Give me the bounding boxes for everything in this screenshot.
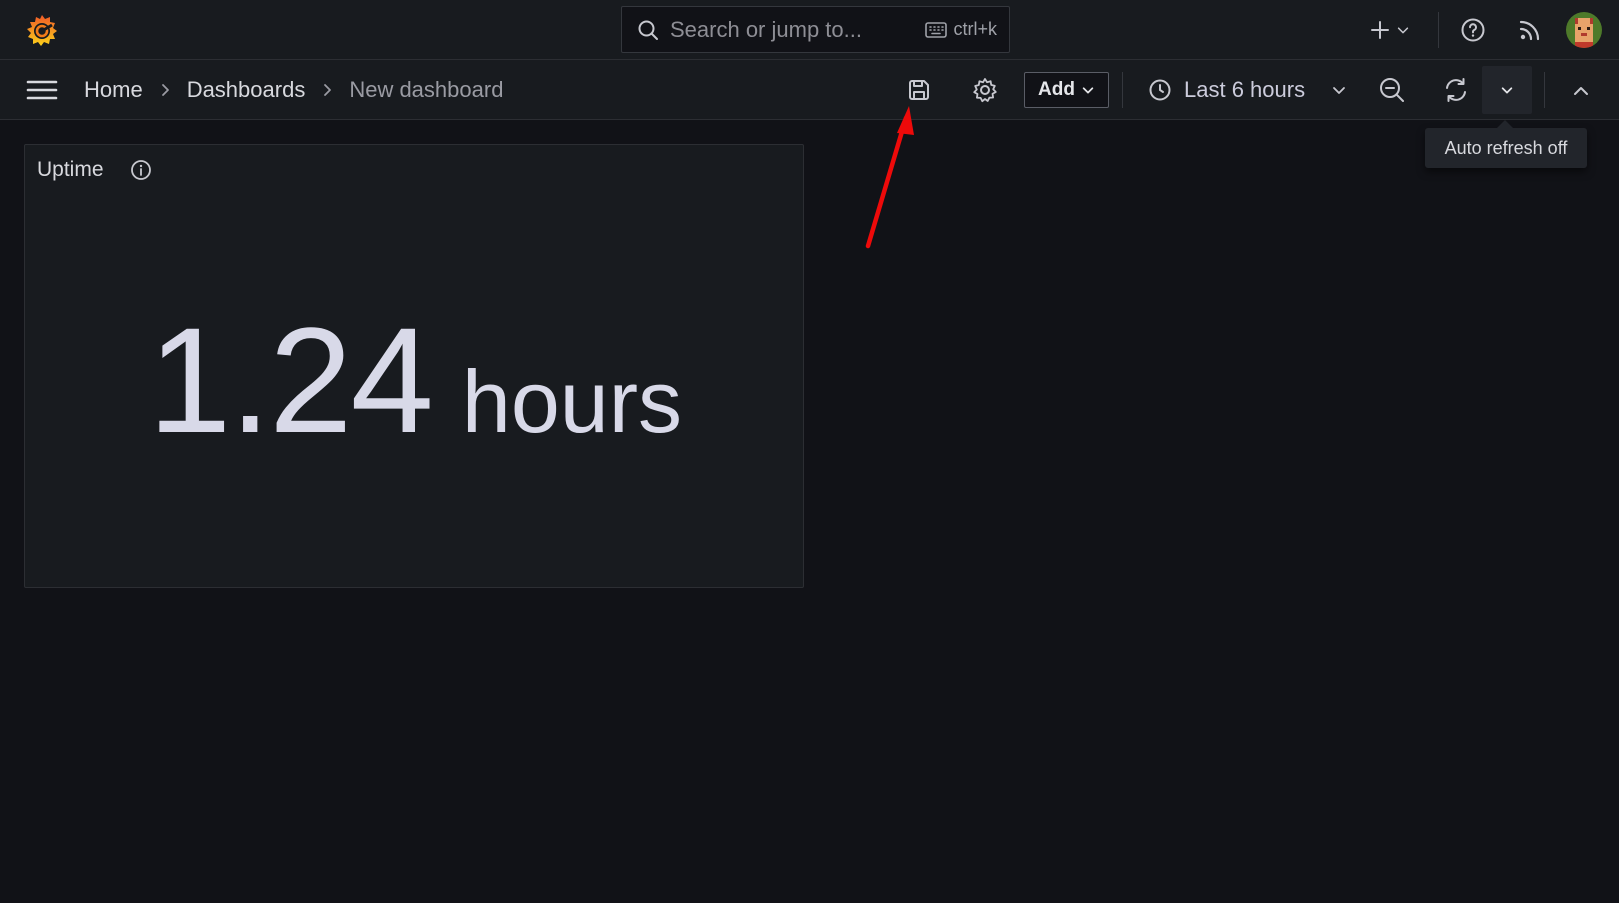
top-bar: Search or jump to... ctrl+k	[0, 0, 1619, 60]
stat-unit: hours	[461, 352, 683, 451]
breadcrumb-current: New dashboard	[349, 77, 504, 102]
help-circle-icon[interactable]	[1460, 17, 1486, 43]
breadcrumb-dashboards[interactable]: Dashboards	[187, 77, 306, 103]
refresh-tooltip: Auto refresh off	[1425, 120, 1587, 168]
divider	[1438, 12, 1439, 48]
new-menu-button[interactable]	[1368, 14, 1420, 46]
shortcut-label: ctrl+k	[953, 19, 997, 39]
zoom-out-icon[interactable]	[1378, 76, 1406, 104]
clock-icon	[1148, 78, 1172, 102]
time-range-label: Last 6 hours	[1184, 77, 1306, 102]
search-icon	[636, 18, 660, 42]
refresh-interval-dropdown[interactable]	[1482, 66, 1532, 114]
chevron-right-icon	[319, 82, 335, 98]
hamburger-menu-icon[interactable]	[26, 76, 58, 104]
gear-icon[interactable]	[971, 76, 999, 104]
search-shortcut: ctrl+k	[925, 19, 997, 40]
info-icon[interactable]	[130, 159, 152, 181]
stat-value-display: 1.24 hours	[25, 296, 805, 464]
avatar[interactable]	[1566, 12, 1602, 48]
dashboard-toolbar: Home Dashboards New dashboard Add Last 6…	[0, 60, 1619, 120]
panel-title: Uptime	[37, 158, 104, 181]
keyboard-icon	[925, 21, 948, 38]
chevron-down-icon	[1331, 82, 1347, 98]
breadcrumb-home[interactable]: Home	[84, 77, 143, 103]
breadcrumb: Home Dashboards New dashboard	[84, 60, 503, 120]
grafana-logo-icon[interactable]	[24, 12, 60, 48]
search-input[interactable]: Search or jump to... ctrl+k	[621, 6, 1010, 53]
stat-panel[interactable]: Uptime 1.24 hours	[24, 144, 804, 588]
search-placeholder: Search or jump to...	[670, 16, 862, 42]
rss-icon[interactable]	[1517, 17, 1543, 43]
time-range-picker[interactable]: Last 6 hours	[1148, 72, 1347, 108]
add-button-label: Add	[1038, 79, 1075, 100]
chevron-up-icon[interactable]	[1572, 82, 1590, 100]
add-button[interactable]: Add	[1024, 72, 1109, 108]
panel-header: Uptime	[37, 155, 152, 185]
save-icon[interactable]	[906, 77, 932, 103]
stat-value: 1.24	[147, 296, 434, 464]
divider	[1122, 72, 1123, 108]
plus-icon	[1368, 18, 1392, 42]
chevron-right-icon	[157, 82, 173, 98]
chevron-down-icon	[1081, 83, 1095, 97]
chevron-down-icon	[1396, 23, 1410, 37]
chevron-down-icon	[1500, 83, 1514, 97]
divider	[1544, 72, 1545, 108]
refresh-icon[interactable]	[1442, 76, 1470, 104]
